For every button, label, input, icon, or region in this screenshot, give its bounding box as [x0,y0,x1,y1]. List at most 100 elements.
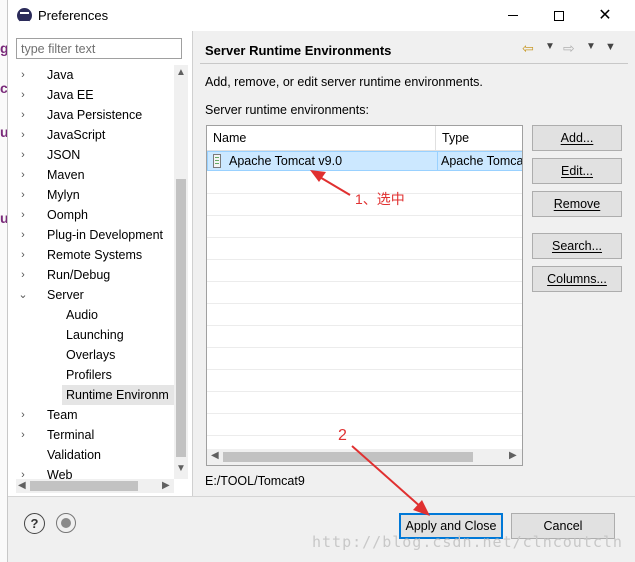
chevron-right-icon[interactable]: › [17,185,29,205]
tree-item[interactable]: Runtime Environm [62,385,174,405]
chevron-right-icon[interactable]: › [17,205,29,225]
minimize-button[interactable] [490,0,536,31]
tree-item[interactable]: › Java [16,65,174,85]
runtime-name: Apache Tomcat v9.0 [229,154,343,168]
chevron-right-icon[interactable]: › [17,65,29,85]
tree-item[interactable]: Validation [16,445,174,465]
tree-item[interactable]: Audio [16,305,174,325]
tree-horizontal-scrollbar[interactable]: ◀ ▶ [16,479,174,493]
scroll-left-icon[interactable]: ◀ [18,480,26,491]
tree-item-label: Java EE [47,88,94,102]
chevron-right-icon[interactable]: › [17,85,29,105]
columns-button[interactable]: Columns... [532,266,622,292]
add-button[interactable]: Add... [532,125,622,151]
tree-item[interactable]: › Run/Debug [16,265,174,285]
table-row-line [207,369,522,370]
chevron-right-icon[interactable]: › [17,125,29,145]
runtime-list-label: Server runtime environments: [205,103,369,117]
tree-item[interactable]: › Java EE [16,85,174,105]
chevron-right-icon[interactable]: › [17,245,29,265]
title-divider [200,63,628,64]
tree-item[interactable]: › JavaScript [16,125,174,145]
table-row-line [207,413,522,414]
tree-item-label: Remote Systems [47,248,143,262]
annotation-step-2: 2 [338,427,347,444]
chevron-down-icon[interactable]: ⌄ [17,285,29,305]
tree-item[interactable]: › Plug-in Development [16,225,174,245]
back-arrow-icon[interactable]: ⇦ [522,40,534,57]
tree-item[interactable]: Overlays [16,345,174,365]
table-row-line [207,347,522,348]
scroll-left-icon[interactable]: ◀ [211,450,219,461]
tree-item-label: JSON [47,148,81,162]
tree-item[interactable]: Profilers [16,365,174,385]
tree-item[interactable]: › Mylyn [16,185,174,205]
remove-button-label: Remove [553,197,601,211]
add-button-label: Add... [560,131,594,145]
maximize-icon [554,10,564,21]
search-button[interactable]: Search... [532,233,622,259]
help-icon[interactable]: ? [24,513,45,534]
tree-item[interactable]: › Maven [16,165,174,185]
tree-item-label: Run/Debug [47,268,111,282]
minimize-icon [508,15,518,16]
runtime-type: Apache Tomcat [441,154,523,168]
annotation-step-1: 1、选中 [355,191,405,207]
forward-arrow-icon[interactable]: ⇨ [563,40,575,57]
chevron-right-icon[interactable]: › [17,465,29,479]
close-button[interactable]: ✕ [582,0,628,31]
runtime-location: E:/TOOL/Tomcat9 [205,474,305,488]
tree-item-label: Plug-in Development [47,228,164,242]
tree-vertical-scrollbar[interactable]: ▲ ▼ [174,65,188,479]
tree-item-label: Maven [47,168,85,182]
tree-item-label: Server [47,288,84,302]
table-row[interactable]: Apache Tomcat v9.0 Apache Tomcat [207,151,523,171]
import-export-icon[interactable] [56,513,76,533]
chevron-right-icon[interactable]: › [17,405,29,425]
table-hscroll-thumb[interactable] [223,452,473,462]
bottom-divider [8,496,635,497]
tree-item[interactable]: › Terminal [16,425,174,445]
tree-item[interactable]: ⌄ Server [16,285,174,305]
tree-item[interactable]: › Web [16,465,174,479]
chevron-right-icon[interactable]: › [17,105,29,125]
chevron-right-icon[interactable]: › [17,225,29,245]
edit-button[interactable]: Edit... [532,158,622,184]
tree-item[interactable]: › Team [16,405,174,425]
panel-sash[interactable] [192,31,193,496]
chevron-right-icon[interactable]: › [17,425,29,445]
server-runtime-icon [213,154,221,168]
back-menu-chevron-icon[interactable]: ▼ [545,41,555,52]
tree-hscroll-thumb[interactable] [30,481,138,491]
page-title: Server Runtime Environments [205,43,392,58]
tree-item-label: Mylyn [47,188,80,202]
chevron-right-icon[interactable]: › [17,265,29,285]
title-bar[interactable]: Preferences ✕ [8,0,635,31]
tree-item-label: Runtime Environm [66,388,169,402]
forward-menu-chevron-icon[interactable]: ▼ [586,41,596,52]
column-header-name[interactable]: Name [207,126,436,151]
tree-item[interactable]: Launching [16,325,174,345]
tree-item[interactable]: › JSON [16,145,174,165]
filter-input[interactable] [16,38,182,59]
remove-button[interactable]: Remove [532,191,622,217]
view-menu-icon[interactable]: ▼ [605,41,616,53]
table-row-line [207,281,522,282]
maximize-button[interactable] [536,0,582,31]
scroll-right-icon[interactable]: ▶ [509,450,517,461]
tree-item[interactable]: › Remote Systems [16,245,174,265]
tree-item[interactable]: › Oomph [16,205,174,225]
tree-item-label: Overlays [66,348,116,362]
table-horizontal-scrollbar[interactable]: ◀ ▶ [207,449,522,465]
scroll-up-icon[interactable]: ▲ [174,67,188,78]
table-row-line [207,303,522,304]
scroll-down-icon[interactable]: ▼ [174,463,188,474]
tree-scroll-thumb[interactable] [176,179,186,457]
chevron-right-icon[interactable]: › [17,165,29,185]
chevron-right-icon[interactable]: › [17,145,29,165]
scroll-right-icon[interactable]: ▶ [162,480,170,491]
table-row-line [207,325,522,326]
tree-item[interactable]: › Java Persistence [16,105,174,125]
column-header-type[interactable]: Type [436,126,522,151]
column-separator [437,152,438,170]
